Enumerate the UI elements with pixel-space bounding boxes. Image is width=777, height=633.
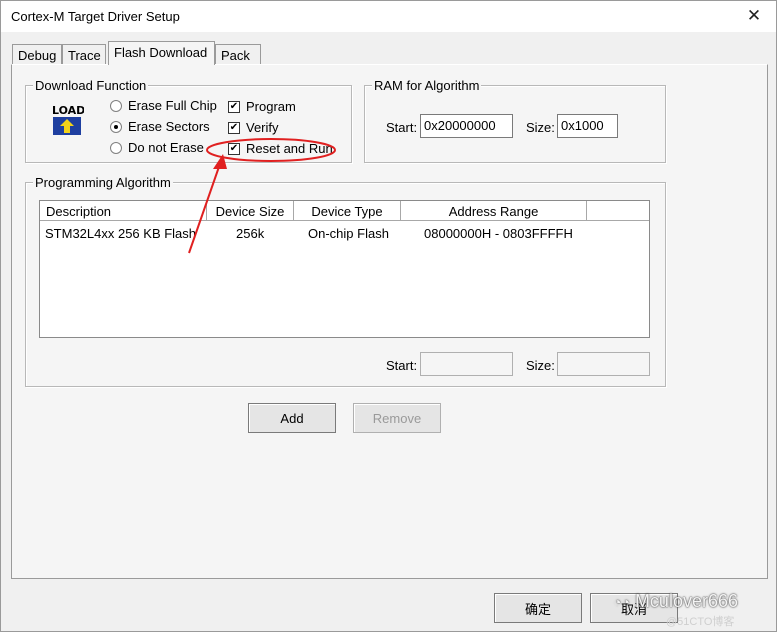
- close-icon[interactable]: ✕: [740, 3, 768, 29]
- tab-label: Pack: [221, 48, 250, 63]
- window-title: Cortex-M Target Driver Setup: [11, 9, 180, 24]
- watermark: ◔◔ Mculover666: [613, 591, 738, 612]
- tab-trace[interactable]: Trace: [62, 44, 106, 65]
- algo-start-label: Start:: [386, 358, 418, 373]
- check-mark-icon: ✔: [228, 121, 240, 134]
- column-header-description[interactable]: Description: [40, 201, 207, 221]
- check-mark-icon: ✔: [228, 100, 240, 113]
- column-header-address-range[interactable]: Address Range: [401, 201, 587, 221]
- algo-size-input[interactable]: [557, 352, 650, 376]
- radio-label: Do not Erase: [128, 140, 204, 155]
- dialog-window: Cortex-M Target Driver Setup ✕ Debug Tra…: [0, 0, 777, 632]
- cell-device-size: 256k: [236, 226, 265, 241]
- erase-sectors-radio[interactable]: Erase Sectors: [110, 119, 210, 134]
- verify-checkbox[interactable]: ✔ Verify: [228, 120, 279, 135]
- ok-button[interactable]: 确定: [494, 593, 582, 623]
- erase-full-chip-radio[interactable]: Erase Full Chip: [110, 98, 217, 113]
- add-button[interactable]: Add: [248, 403, 336, 433]
- checkbox-label: Reset and Run: [246, 141, 333, 156]
- svg-text:LOAD: LOAD: [52, 104, 84, 117]
- column-header-filler: [587, 201, 649, 221]
- check-mark-icon: ✔: [228, 142, 240, 155]
- tab-pack[interactable]: Pack: [215, 44, 261, 65]
- cell-device-type: On-chip Flash: [308, 226, 389, 241]
- checkbox-label: Verify: [246, 120, 279, 135]
- load-icon: LOAD: [50, 102, 85, 141]
- ram-size-label: Size:: [526, 120, 555, 135]
- group-title: Download Function: [33, 78, 149, 93]
- ram-start-label: Start:: [386, 120, 418, 135]
- program-checkbox[interactable]: ✔ Program: [228, 99, 296, 114]
- remove-button[interactable]: Remove: [353, 403, 441, 433]
- reset-and-run-checkbox[interactable]: ✔ Reset and Run: [228, 141, 333, 156]
- ram-start-input[interactable]: 0x20000000: [420, 114, 513, 138]
- do-not-erase-radio[interactable]: Do not Erase: [110, 140, 204, 155]
- tab-label: Trace: [68, 48, 101, 63]
- radio-dot: [110, 99, 122, 112]
- cell-description: STM32L4xx 256 KB Flash: [45, 226, 197, 241]
- column-header-device-type[interactable]: Device Type: [294, 201, 401, 221]
- radio-label: Erase Sectors: [128, 119, 210, 134]
- title-bar[interactable]: Cortex-M Target Driver Setup ✕: [1, 1, 776, 32]
- algo-size-label: Size:: [526, 358, 555, 373]
- tab-flash-download[interactable]: Flash Download: [108, 41, 215, 65]
- radio-dot: [110, 141, 122, 154]
- tab-label: Debug: [18, 48, 57, 63]
- cell-address-range: 08000000H - 0803FFFFH: [424, 226, 573, 241]
- group-title: Programming Algorithm: [33, 175, 173, 190]
- group-title: RAM for Algorithm: [372, 78, 482, 93]
- radio-dot: [110, 120, 122, 133]
- algorithm-list[interactable]: Description Device Size Device Type Addr…: [39, 200, 650, 338]
- tab-debug[interactable]: Debug: [12, 44, 62, 65]
- watermark-text: Mculover666: [634, 591, 738, 611]
- checkbox-label: Program: [246, 99, 296, 114]
- algo-start-input[interactable]: [420, 352, 513, 376]
- wechat-icon: ◔◔: [613, 594, 630, 610]
- tab-label: Flash Download: [114, 45, 208, 60]
- watermark-sub: @51CTO博客: [666, 616, 735, 628]
- radio-label: Erase Full Chip: [128, 98, 217, 113]
- column-header-device-size[interactable]: Device Size: [207, 201, 294, 221]
- ram-size-input[interactable]: 0x1000: [557, 114, 618, 138]
